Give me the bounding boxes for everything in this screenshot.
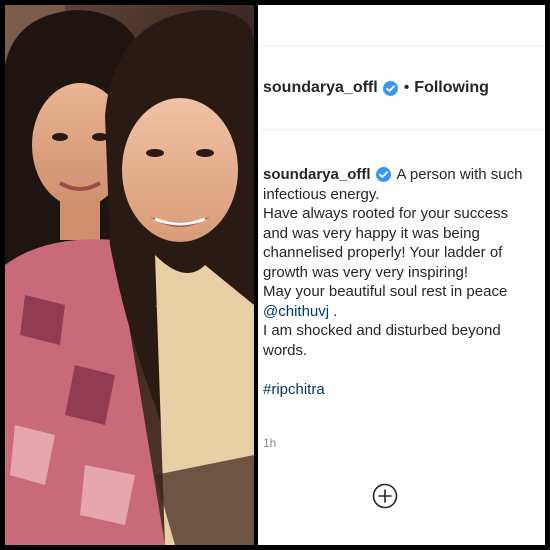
mention-link[interactable]: @chithuvj (263, 303, 329, 320)
verified-badge-icon (375, 167, 391, 183)
caption-first-line: soundarya_offl A person with such (263, 165, 545, 185)
caption-line: infectious energy. (263, 185, 380, 203)
caption-line: and was very happy it was being (263, 224, 480, 242)
caption-username[interactable]: soundarya_offl (263, 165, 371, 185)
following-button[interactable]: Following (414, 79, 489, 97)
caption-gap (263, 360, 545, 380)
separator-dot: • (403, 79, 410, 96)
post-header-row: soundarya_offl • Following (263, 79, 489, 97)
post-timestamp[interactable]: 1h (263, 436, 276, 450)
caption-line: May your beautiful soul rest in peace (263, 283, 508, 300)
mention-suffix: . (329, 302, 338, 320)
header-username[interactable]: soundarya_offl (263, 79, 378, 97)
caption-line: channelised properly! Your ladder of (263, 244, 503, 261)
caption-hashtag-line: #ripchitra (263, 380, 545, 400)
caption-line: words. (263, 341, 308, 359)
caption-mention-line: @chithuvj . (263, 302, 545, 322)
top-bar (258, 5, 545, 46)
caption-line: growth was very very inspiring! (263, 263, 469, 281)
caption-line: I am shocked and disturbed beyond (263, 322, 501, 339)
post-photo (5, 5, 254, 545)
hashtag-link[interactable]: #ripchitra (263, 381, 325, 398)
screenshot-frame: soundarya_offl • Following soundarya_off… (5, 5, 545, 545)
verified-badge-icon (382, 80, 398, 96)
plus-circle-icon[interactable] (372, 483, 398, 509)
instagram-post-panel: soundarya_offl • Following soundarya_off… (258, 5, 545, 545)
post-header: soundarya_offl • Following (258, 45, 545, 130)
caption-text: A person with such (396, 166, 523, 183)
caption-line: Have always rooted for your success (263, 205, 509, 222)
post-caption: soundarya_offl A person with such infect… (263, 165, 545, 399)
